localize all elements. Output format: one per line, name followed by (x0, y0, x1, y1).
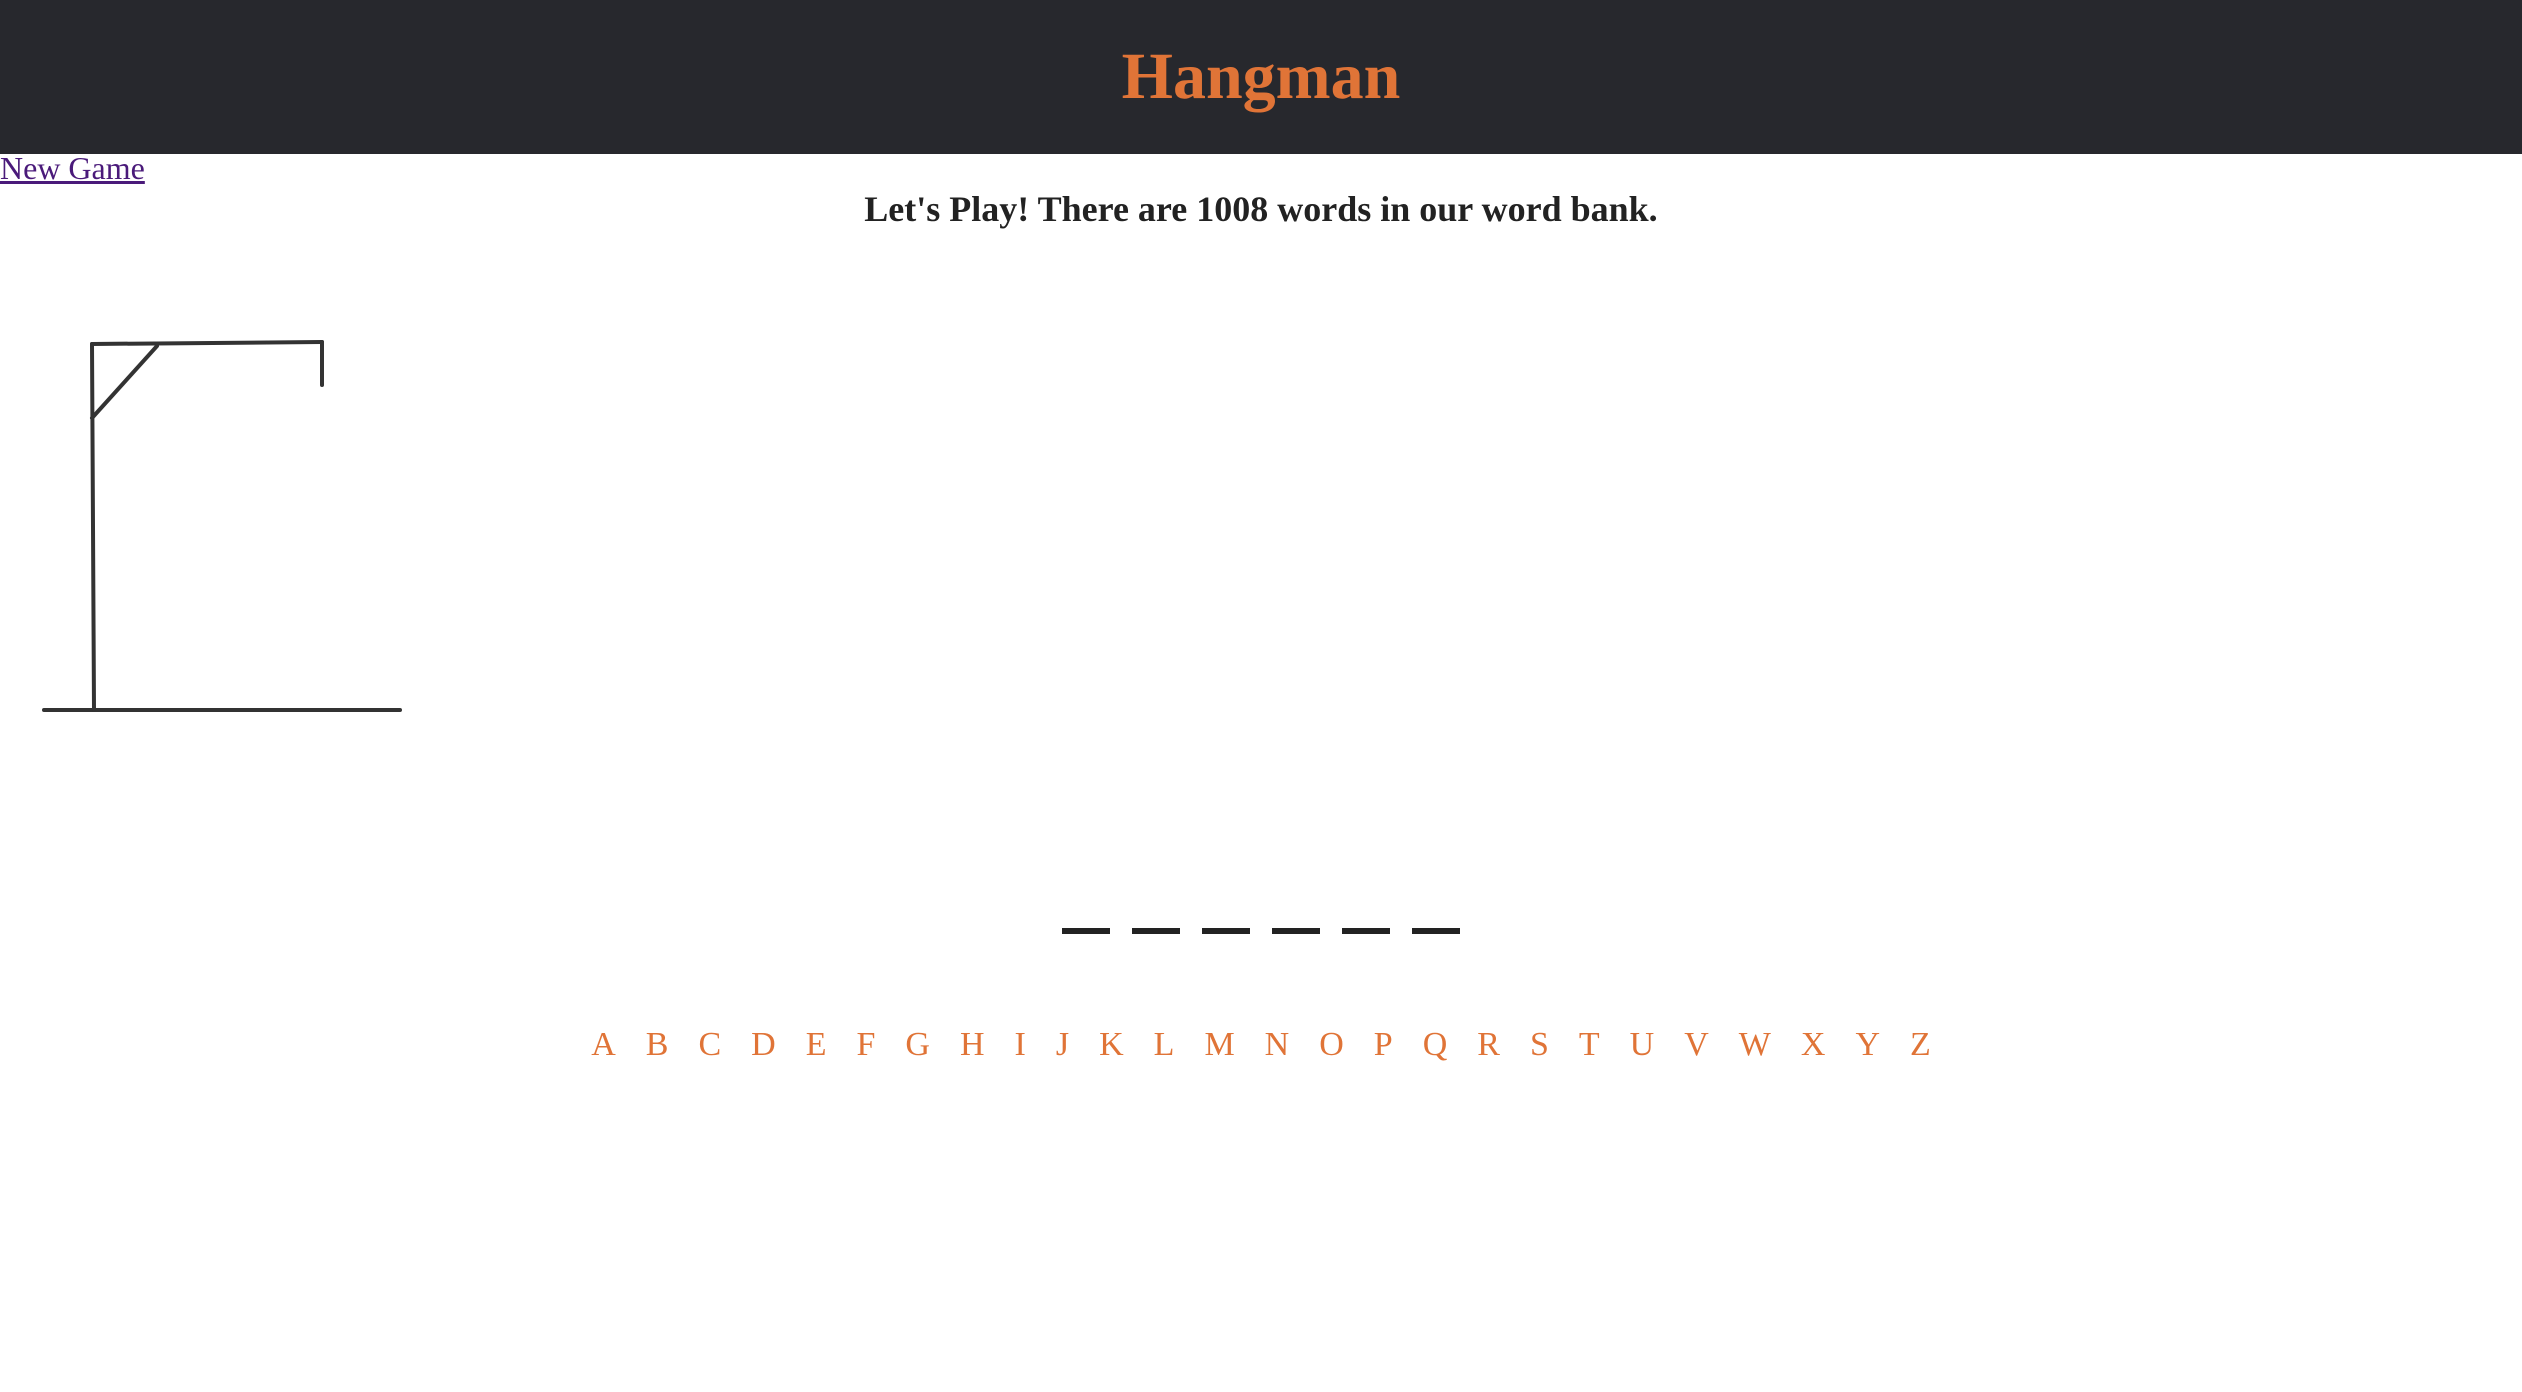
letter-button-b[interactable]: B (631, 1026, 684, 1064)
letter-button-w[interactable]: W (1724, 1026, 1786, 1064)
letter-button-a[interactable]: A (576, 1026, 631, 1064)
letter-blank (1272, 928, 1320, 934)
letter-button-q[interactable]: Q (1408, 1026, 1463, 1064)
letter-button-u[interactable]: U (1615, 1026, 1670, 1064)
letter-button-j[interactable]: J (1041, 1026, 1084, 1064)
letter-button-n[interactable]: N (1250, 1026, 1305, 1064)
gallows-brace (90, 344, 159, 420)
letter-blank (1342, 928, 1390, 934)
letter-button-c[interactable]: C (683, 1026, 736, 1064)
letter-button-g[interactable]: G (890, 1026, 945, 1064)
letter-button-f[interactable]: F (841, 1026, 890, 1064)
app-header: Hangman (0, 0, 2522, 154)
letter-button-d[interactable]: D (736, 1026, 791, 1064)
letter-button-o[interactable]: O (1304, 1026, 1359, 1064)
letter-button-r[interactable]: R (1462, 1026, 1515, 1064)
letter-button-k[interactable]: K (1084, 1026, 1139, 1064)
letter-blank (1062, 928, 1110, 934)
letter-button-e[interactable]: E (791, 1026, 842, 1064)
letter-button-y[interactable]: Y (1840, 1026, 1895, 1064)
gallows-beam (90, 340, 324, 346)
letter-button-p[interactable]: P (1359, 1026, 1408, 1064)
letter-blank (1132, 928, 1180, 934)
letter-button-m[interactable]: M (1189, 1026, 1249, 1064)
word-blanks (0, 928, 2522, 934)
status-message: Let's Play! There are 1008 words in our … (864, 189, 1658, 229)
letter-button-h[interactable]: H (945, 1026, 1000, 1064)
letter-blank (1202, 928, 1250, 934)
new-game-link[interactable]: New Game (0, 150, 145, 187)
letter-button-x[interactable]: X (1786, 1026, 1841, 1064)
letter-button-i[interactable]: I (1000, 1026, 1041, 1064)
letter-blank (1412, 928, 1460, 934)
letter-button-s[interactable]: S (1515, 1026, 1564, 1064)
gallows-drawing (42, 340, 402, 712)
letter-button-v[interactable]: V (1669, 1026, 1724, 1064)
letter-keyboard: ABCDEFGHIJKLMNOPQRSTUVWXYZ (0, 1026, 2522, 1064)
letter-button-l[interactable]: L (1139, 1026, 1190, 1064)
letter-button-t[interactable]: T (1564, 1026, 1615, 1064)
page-title: Hangman (1121, 40, 1401, 113)
letter-button-z[interactable]: Z (1895, 1026, 1946, 1064)
gallows-post (90, 342, 96, 712)
